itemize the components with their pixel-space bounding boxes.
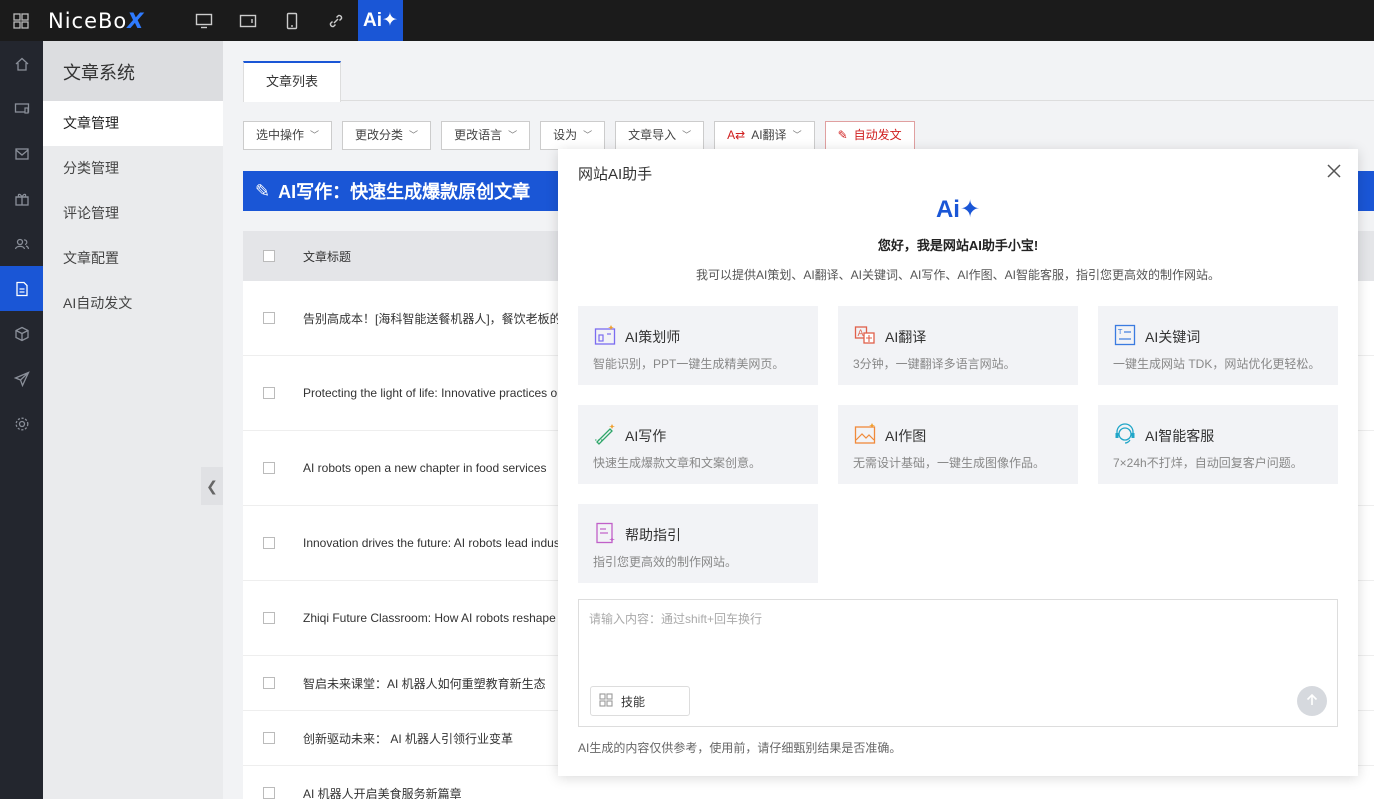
sidebar-title: 文章系统: [43, 41, 223, 101]
sub-sidebar: 文章系统 文章管理 分类管理 评论管理 文章配置 AI自动发文: [43, 41, 223, 799]
card-ai-customer-service[interactable]: AI智能客服 7×24h不打烊，自动回复客户问题。: [1098, 405, 1338, 484]
left-rail: [0, 41, 43, 799]
planner-icon: [594, 324, 616, 346]
card-help-guide[interactable]: 帮助指引 指引您更高效的制作网站。: [578, 504, 818, 583]
monitor-icon[interactable]: [0, 86, 43, 131]
auto-publish-button[interactable]: ✎ 自动发文: [824, 121, 915, 150]
change-category-dropdown[interactable]: 更改分类 ﹀: [342, 121, 432, 150]
translate-icon: A: [854, 324, 876, 346]
ai-logo: Ai✦: [935, 196, 981, 223]
prompt-input-box: 技能: [578, 599, 1338, 727]
select-all-checkbox[interactable]: [263, 250, 275, 262]
guide-icon: [594, 522, 616, 544]
sidebar-item-ai-auto-publish[interactable]: AI自动发文: [43, 281, 223, 326]
ai-translate-dropdown[interactable]: A⇄ AI翻译 ﹀: [714, 121, 815, 150]
close-icon[interactable]: [1324, 161, 1344, 181]
keyword-icon: T: [1114, 324, 1136, 346]
chevron-down-icon: ﹀: [409, 130, 419, 140]
disclaimer: AI生成的内容仅供参考，使用前，请仔细甄别结果是否准确。: [578, 741, 902, 755]
import-dropdown[interactable]: 文章导入 ﹀: [615, 121, 705, 150]
gift-icon[interactable]: [0, 176, 43, 221]
image-icon: [854, 423, 876, 445]
row-checkbox[interactable]: [263, 537, 275, 549]
greeting: 您好，我是网站AI助手小宝!: [877, 238, 1039, 253]
card-ai-planner[interactable]: AI策划师 智能识别，PPT一键生成精美网页。: [578, 306, 818, 385]
writing-icon: [594, 423, 616, 445]
link-icon[interactable]: [314, 0, 358, 41]
intro-text: 我可以提供AI策划、AI翻译、AI关键词、AI写作、AI作图、AI智能客服，指引…: [695, 268, 1221, 282]
sidebar-item-article-config[interactable]: 文章配置: [43, 236, 223, 281]
wand-icon: ✎: [255, 180, 271, 201]
tablet-icon[interactable]: [226, 0, 270, 41]
card-ai-writing[interactable]: AI写作 快速生成爆款文章和文案创意。: [578, 405, 818, 484]
grid-icon: [599, 692, 613, 710]
tab-article-list[interactable]: 文章列表: [243, 61, 341, 102]
chevron-down-icon: ﹀: [508, 130, 518, 140]
wand-icon: ✎: [837, 128, 848, 142]
chevron-down-icon: ﹀: [792, 130, 802, 140]
change-language-dropdown[interactable]: 更改语言 ﹀: [441, 121, 531, 150]
send-button[interactable]: [1297, 686, 1327, 716]
skill-button[interactable]: 技能: [590, 686, 690, 716]
home-icon[interactable]: [0, 41, 43, 86]
toolbar: 选中操作 ﹀ 更改分类 ﹀ 更改语言 ﹀ 设为 ﹀ 文章导入 ﹀ A⇄ AI翻译 ﹀ ✎ 自动发…: [243, 121, 925, 150]
select-action-dropdown[interactable]: 选中操作 ﹀: [243, 121, 333, 150]
svg-text:T: T: [1117, 328, 1123, 336]
apps-grid-icon[interactable]: [0, 0, 42, 41]
ai-assistant-dialog: 网站AI助手 Ai✦ 您好，我是网站AI助手小宝! 我可以提供AI策划、AI翻译…: [558, 149, 1358, 776]
translate-icon: A⇄: [727, 128, 746, 142]
desktop-icon[interactable]: [182, 0, 226, 41]
top-bar: NiceBo X Ai✦: [0, 0, 1374, 41]
row-checkbox[interactable]: [263, 612, 275, 624]
row-checkbox[interactable]: [263, 787, 275, 799]
card-ai-image[interactable]: AI作图 无需设计基础，一键生成图像作品。: [838, 405, 1078, 484]
row-checkbox[interactable]: [263, 732, 275, 744]
chevron-down-icon: ﹀: [310, 130, 320, 140]
set-as-dropdown[interactable]: 设为 ﹀: [540, 121, 606, 150]
row-checkbox[interactable]: [263, 312, 275, 324]
dialog-title: 网站AI助手: [578, 166, 653, 183]
gear-icon[interactable]: [0, 401, 43, 446]
tab-bar: 文章列表: [243, 61, 1374, 102]
card-ai-translate[interactable]: A AI翻译 3分钟，一键翻译多语言网站。: [838, 306, 1078, 385]
document-icon[interactable]: [0, 266, 43, 311]
chevron-left-icon: ❮: [206, 477, 218, 494]
send-icon[interactable]: [0, 356, 43, 401]
sidebar-item-category-management[interactable]: 分类管理: [43, 146, 223, 191]
collapse-sidebar-button[interactable]: ❮: [201, 467, 223, 505]
chevron-down-icon: ﹀: [583, 130, 593, 140]
arrow-up-icon: [1305, 693, 1319, 710]
row-checkbox[interactable]: [263, 462, 275, 474]
chevron-down-icon: ﹀: [682, 130, 692, 140]
users-icon[interactable]: [0, 221, 43, 266]
mail-icon[interactable]: [0, 131, 43, 176]
headset-icon: [1114, 423, 1136, 445]
prompt-input[interactable]: [579, 600, 1337, 680]
card-ai-keyword[interactable]: T AI关键词 一键生成网站 TDK，网站优化更轻松。: [1098, 306, 1338, 385]
ai-assistant-button[interactable]: Ai✦: [358, 0, 403, 41]
box-icon[interactable]: [0, 311, 43, 356]
brand-logo[interactable]: NiceBo X: [42, 0, 182, 41]
row-checkbox[interactable]: [263, 387, 275, 399]
row-checkbox[interactable]: [263, 677, 275, 689]
sidebar-item-comment-management[interactable]: 评论管理: [43, 191, 223, 236]
sidebar-item-article-management[interactable]: 文章管理: [43, 101, 223, 146]
mobile-icon[interactable]: [270, 0, 314, 41]
